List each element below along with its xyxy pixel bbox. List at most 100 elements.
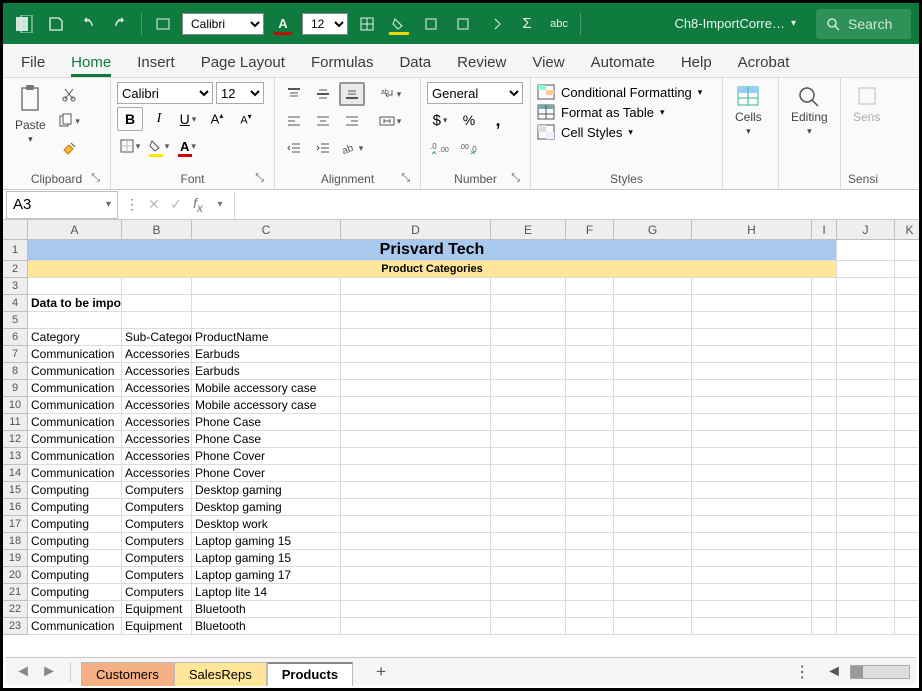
sheet-nav-next[interactable]: ► <box>38 661 60 683</box>
cell[interactable] <box>692 516 812 533</box>
cell[interactable] <box>837 363 895 380</box>
align-top-icon[interactable] <box>281 82 307 106</box>
cell[interactable] <box>614 278 692 295</box>
number-dialog-icon[interactable]: ⤡ <box>511 172 520 185</box>
cell[interactable] <box>692 278 812 295</box>
cell[interactable] <box>491 295 566 312</box>
qat-font-size[interactable]: 12 <box>302 13 348 35</box>
cell[interactable] <box>895 499 919 516</box>
cell[interactable] <box>812 601 837 618</box>
cell[interactable] <box>566 533 614 550</box>
decrease-font-icon[interactable]: A▾ <box>233 107 259 131</box>
subtitle-cell[interactable]: Product Categories <box>28 261 837 278</box>
cell[interactable] <box>614 295 692 312</box>
column-header-C[interactable]: C <box>192 220 341 240</box>
cell[interactable] <box>341 431 491 448</box>
worksheet-grid[interactable]: ABCDEFGHIJK 1234567891011121314151617181… <box>3 220 919 646</box>
cell[interactable] <box>341 414 491 431</box>
cell[interactable]: Computers <box>122 499 192 516</box>
cell[interactable] <box>837 278 895 295</box>
menu-tab-insert[interactable]: Insert <box>137 54 175 77</box>
cell[interactable] <box>614 533 692 550</box>
cell[interactable]: Bluetooth <box>192 601 341 618</box>
cell[interactable] <box>491 482 566 499</box>
cell[interactable] <box>812 618 837 635</box>
cell[interactable]: Phone Case <box>192 414 341 431</box>
cell[interactable] <box>491 346 566 363</box>
cell[interactable] <box>566 329 614 346</box>
qat-misc2-icon[interactable] <box>450 11 476 37</box>
sheet-nav-prev[interactable]: ◄ <box>12 661 34 683</box>
cell[interactable]: ProductName <box>192 329 341 346</box>
sheet-tab-salesreps[interactable]: SalesReps <box>174 662 267 686</box>
font-color-icon[interactable]: A <box>175 134 201 158</box>
increase-font-icon[interactable]: A▴ <box>204 107 230 131</box>
row-header-4[interactable]: 4 <box>3 295 28 312</box>
row-header-14[interactable]: 14 <box>3 465 28 482</box>
cell[interactable] <box>895 448 919 465</box>
cell[interactable] <box>692 482 812 499</box>
cell[interactable]: Laptop gaming 15 <box>192 550 341 567</box>
column-header-D[interactable]: D <box>341 220 491 240</box>
cell[interactable] <box>895 567 919 584</box>
cell[interactable] <box>812 380 837 397</box>
comma-icon[interactable]: , <box>485 108 511 132</box>
cell[interactable] <box>812 499 837 516</box>
cell[interactable] <box>837 499 895 516</box>
cell[interactable] <box>491 584 566 601</box>
cell[interactable] <box>837 295 895 312</box>
cell[interactable] <box>692 380 812 397</box>
sheet-options-icon[interactable]: ⋮ <box>788 662 818 682</box>
qat-sum-icon[interactable]: Σ <box>514 11 540 37</box>
cell[interactable]: Accessories <box>122 431 192 448</box>
cell[interactable] <box>692 499 812 516</box>
cut-icon[interactable] <box>56 82 82 106</box>
cell[interactable] <box>491 618 566 635</box>
cell[interactable] <box>192 278 341 295</box>
row-header-8[interactable]: 8 <box>3 363 28 380</box>
cell[interactable] <box>614 567 692 584</box>
cell[interactable]: Computing <box>28 584 122 601</box>
column-header-G[interactable]: G <box>614 220 692 240</box>
cell[interactable] <box>812 363 837 380</box>
cell[interactable] <box>341 278 491 295</box>
qat-misc3-icon[interactable] <box>482 11 508 37</box>
cell[interactable]: Computing <box>28 516 122 533</box>
cell[interactable] <box>812 278 837 295</box>
cell[interactable] <box>812 567 837 584</box>
fx-icon[interactable]: fx <box>188 195 208 215</box>
cell[interactable] <box>837 482 895 499</box>
cell[interactable] <box>812 414 837 431</box>
cell[interactable] <box>614 363 692 380</box>
row-header-11[interactable]: 11 <box>3 414 28 431</box>
row-header-5[interactable]: 5 <box>3 312 28 329</box>
cell[interactable] <box>812 346 837 363</box>
cell[interactable] <box>837 584 895 601</box>
cell[interactable] <box>341 499 491 516</box>
cell[interactable]: Accessories <box>122 346 192 363</box>
cell[interactable] <box>491 499 566 516</box>
title-cell[interactable]: Prisvard Tech <box>28 240 837 261</box>
cell[interactable] <box>566 550 614 567</box>
cell[interactable] <box>692 431 812 448</box>
underline-button[interactable]: U <box>175 107 201 131</box>
copy-icon[interactable] <box>56 109 82 133</box>
cell[interactable] <box>837 567 895 584</box>
cell[interactable] <box>692 414 812 431</box>
search-box[interactable]: Search <box>816 9 911 39</box>
cell[interactable]: Mobile accessory case <box>192 380 341 397</box>
align-bottom-icon[interactable] <box>339 82 365 106</box>
cell[interactable] <box>692 567 812 584</box>
name-box[interactable]: A3▾ <box>6 191 118 219</box>
row-header-18[interactable]: 18 <box>3 533 28 550</box>
cell[interactable]: Computers <box>122 550 192 567</box>
cell[interactable]: Computers <box>122 584 192 601</box>
menu-tab-data[interactable]: Data <box>399 54 431 77</box>
cell[interactable] <box>566 516 614 533</box>
column-header-I[interactable]: I <box>812 220 837 240</box>
cell[interactable]: Computing <box>28 482 122 499</box>
cell[interactable] <box>566 431 614 448</box>
cell[interactable] <box>895 278 919 295</box>
formula-input[interactable] <box>234 191 919 219</box>
cell[interactable] <box>566 567 614 584</box>
